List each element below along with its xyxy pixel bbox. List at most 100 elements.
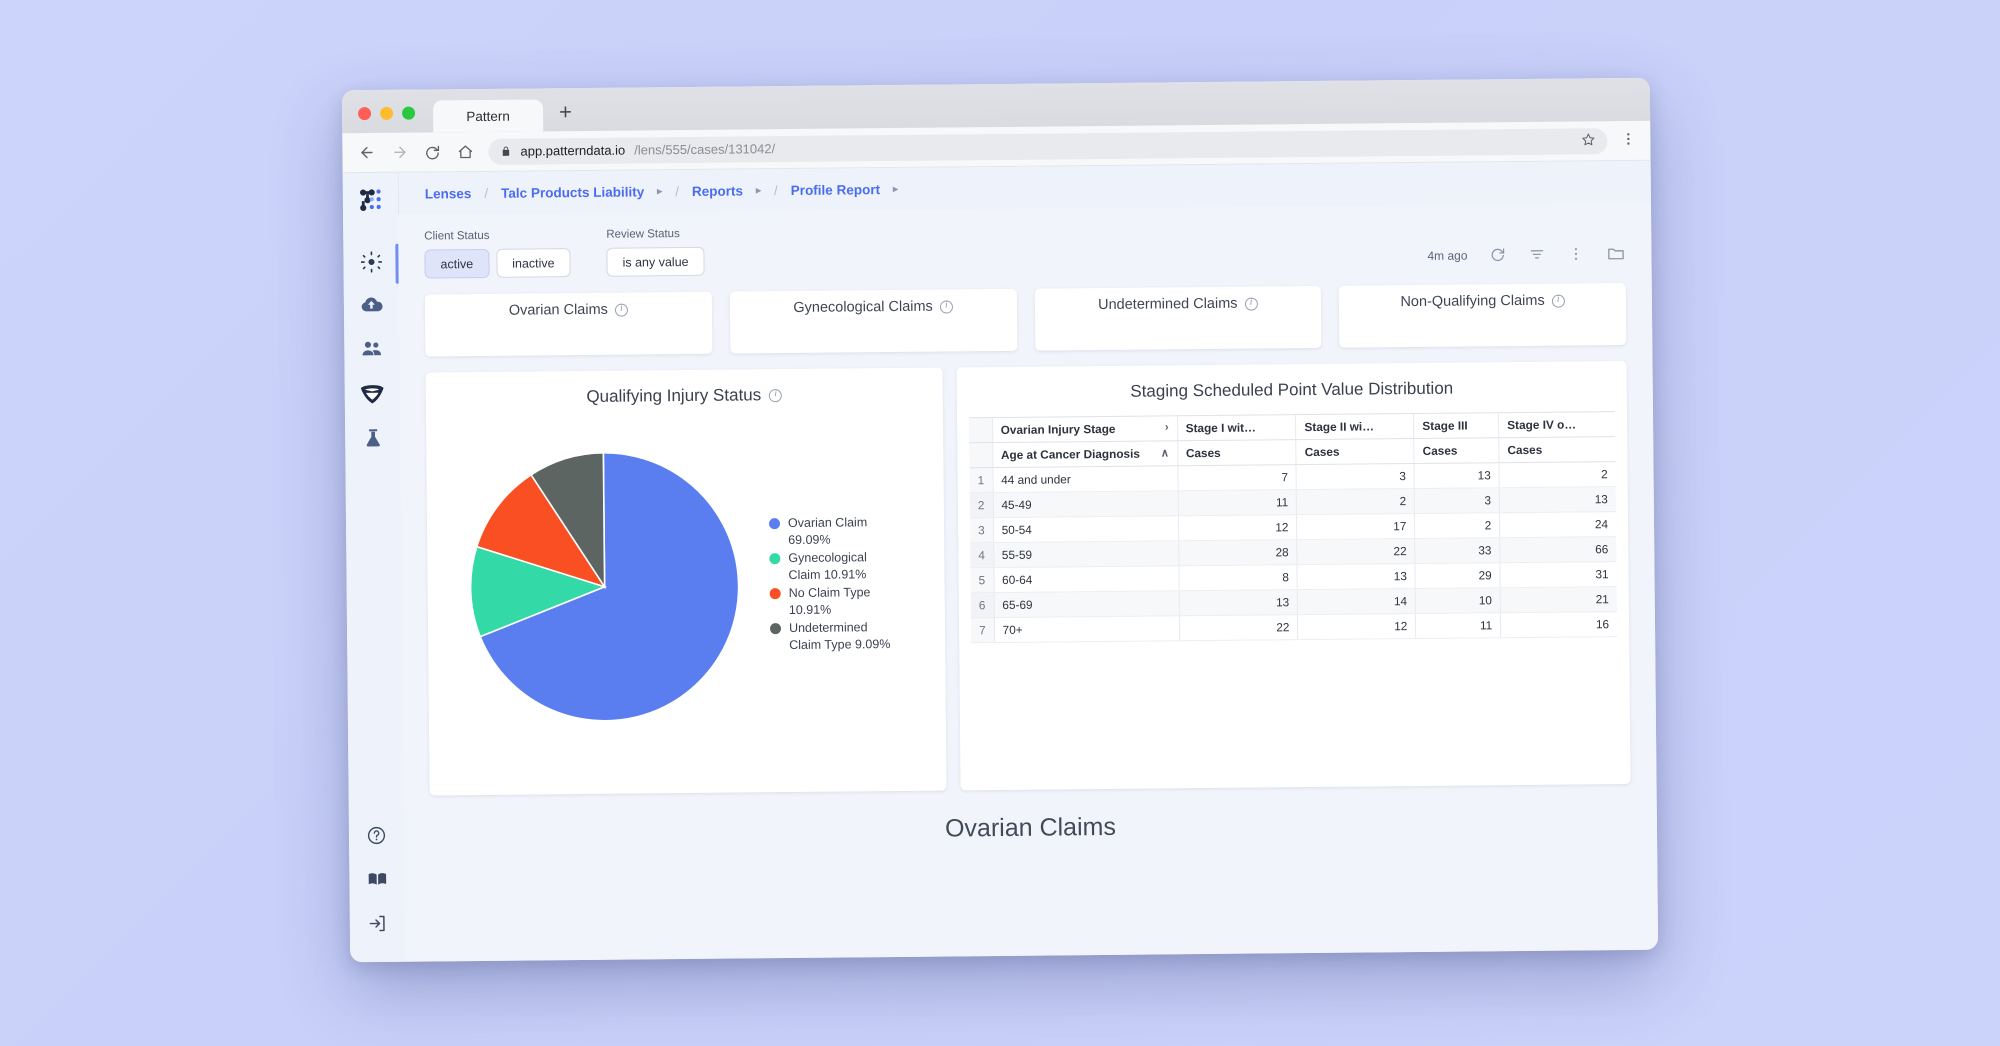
filter-option-is-any-value[interactable]: is any value <box>606 246 705 277</box>
legend-label: Undetermined Claim Type 9.09% <box>788 620 891 652</box>
legend-item[interactable]: No Claim Type 10.91% <box>769 584 894 618</box>
panel-qualifying-injury-status: Qualifying Injury Status i Ovarian Claim… <box>425 367 947 796</box>
table-cell-cases-1: 12 <box>1178 514 1298 541</box>
address-host: app.patterndata.io <box>520 142 626 159</box>
legend-item[interactable]: Undetermined Claim Type 9.09% <box>769 619 894 653</box>
people-icon <box>360 338 383 366</box>
kpi-title-label: Non-Qualifying Claims <box>1400 292 1545 311</box>
back-arrow-icon[interactable] <box>356 142 376 162</box>
kpi-card-ovarian-claims[interactable]: Ovarian Claims i <box>424 291 713 357</box>
sidebar-item-help[interactable] <box>356 816 396 860</box>
table-cell-cases-2: 13 <box>1297 563 1416 590</box>
pie-chart[interactable] <box>438 449 771 724</box>
legend-item[interactable]: Gynecological Claim 10.91% <box>769 549 893 583</box>
kpi-card-gynecological-claims[interactable]: Gynecological Claims i <box>729 288 1017 354</box>
sidebar-item-signout[interactable] <box>357 904 397 948</box>
sidebar-item-upload[interactable] <box>351 286 391 330</box>
cloud-upload-icon <box>360 294 383 322</box>
breadcrumb-caret-talc[interactable]: ▸ <box>657 186 662 197</box>
filter-option-active[interactable]: active <box>424 248 490 279</box>
info-icon[interactable]: i <box>769 388 783 402</box>
table-measure-header-3[interactable]: Cases <box>1414 437 1500 464</box>
table-row[interactable]: 7 70+ 22 12 11 16 <box>970 611 1618 643</box>
info-icon[interactable]: i <box>1244 297 1258 311</box>
table-cell-age: 44 and under <box>992 465 1178 493</box>
table-cell-age: 55-59 <box>993 540 1179 568</box>
table-column-age-at-cancer-diagnosis[interactable]: Age at Cancer Diagnosis ∧ <box>992 440 1178 468</box>
sidebar-item-lab[interactable] <box>352 418 392 462</box>
sidebar-item-clients[interactable] <box>352 330 392 374</box>
table-stage-header-2[interactable]: Stage II wi… <box>1295 413 1415 440</box>
refresh-icon[interactable] <box>1489 246 1506 263</box>
breadcrumb-caret-profile-report[interactable]: ▸ <box>893 183 898 194</box>
legend-swatch-no-claim-type <box>769 588 781 600</box>
table-measure-header-1[interactable]: Cases <box>1177 439 1297 466</box>
browser-tab[interactable]: Pattern <box>432 99 544 133</box>
table-cell-cases-1: 7 <box>1177 464 1297 491</box>
close-window-button[interactable] <box>358 107 372 121</box>
table-row-index: 2 <box>969 492 994 518</box>
breadcrumb-item-lenses[interactable]: Lenses <box>425 186 472 201</box>
last-refreshed-timestamp: 4m ago <box>1427 248 1468 263</box>
sparkle-icon <box>360 250 382 277</box>
table-group-header-ovarian-injury-stage[interactable]: Ovarian Injury Stage › <box>992 415 1178 443</box>
table-cell-age: 50-54 <box>993 515 1179 543</box>
breadcrumb-item-reports[interactable]: Reports <box>692 183 743 198</box>
table-measure-header-2[interactable]: Cases <box>1296 438 1415 465</box>
table-cell-cases-1: 8 <box>1178 564 1298 591</box>
sidebar-item-docs[interactable] <box>357 860 397 904</box>
filter-option-inactive[interactable]: inactive <box>496 248 571 278</box>
kpi-card-non-qualifying-claims[interactable]: Non-Qualifying Claims i <box>1339 282 1627 348</box>
table-cell-age: 65-69 <box>993 590 1179 618</box>
report-scroll-area[interactable]: Ovarian Claims i Gynecological Claims i … <box>399 281 1658 962</box>
legend-item[interactable]: Ovarian Claim 69.09% <box>768 514 893 548</box>
address-bar[interactable]: app.patterndata.io/lens/555/cases/131042… <box>488 127 1608 165</box>
chevron-right-icon[interactable]: › <box>1165 421 1169 433</box>
staging-data-table: Ovarian Injury Stage › Stage I wit… Stag… <box>969 411 1618 643</box>
sidebar-item-insights[interactable] <box>351 242 391 286</box>
breadcrumb-caret-reports[interactable]: ▸ <box>756 185 761 196</box>
maximize-window-button[interactable] <box>402 106 416 120</box>
panel-title-label: Staging Scheduled Point Value Distributi… <box>1130 378 1454 401</box>
table-stage-header-3[interactable]: Stage III <box>1413 412 1499 439</box>
pie-chart-wrap: Ovarian Claim 69.09% Gynecological Claim… <box>426 404 946 769</box>
star-icon[interactable] <box>1581 132 1595 149</box>
kpi-card-row: Ovarian Claims i Gynecological Claims i … <box>424 282 1627 357</box>
table-cell-cases-3: 2 <box>1414 512 1500 539</box>
new-tab-button[interactable]: + <box>559 99 572 131</box>
table-cell-cases-4: 2 <box>1499 461 1616 488</box>
info-icon[interactable]: i <box>939 299 953 314</box>
table-corner-cell <box>969 417 993 443</box>
info-icon[interactable]: i <box>1551 294 1565 308</box>
book-icon <box>366 868 388 895</box>
kebab-menu-icon[interactable] <box>1620 130 1636 150</box>
breadcrumb-item-profile-report[interactable]: Profile Report <box>791 182 880 198</box>
home-icon[interactable] <box>455 142 475 162</box>
table-measure-header-4[interactable]: Cases <box>1498 436 1616 463</box>
table-cell-cases-1: 11 <box>1177 489 1297 516</box>
table-stage-header-4[interactable]: Stage IV o… <box>1498 411 1616 438</box>
pie-chart-svg <box>469 451 740 722</box>
legend-label: No Claim Type 10.91% <box>788 585 871 617</box>
sort-ascending-icon[interactable]: ∧ <box>1161 446 1169 459</box>
folder-icon[interactable] <box>1606 244 1625 263</box>
legend-label: Ovarian Claim 69.09% <box>787 515 868 547</box>
kpi-card-undetermined-claims[interactable]: Undetermined Claims i <box>1034 285 1322 351</box>
table-group-header-label: Ovarian Injury Stage <box>1000 421 1116 437</box>
legend-swatch-undetermined-claim-type <box>769 623 782 635</box>
more-vertical-icon[interactable] <box>1567 245 1584 262</box>
table-cell-cases-1: 13 <box>1178 589 1298 616</box>
pattern-logo[interactable] <box>357 189 383 218</box>
reload-icon[interactable] <box>422 142 442 162</box>
info-icon[interactable]: i <box>614 303 628 317</box>
table-stage-header-1[interactable]: Stage I wit… <box>1177 414 1297 441</box>
left-sidebar <box>342 172 406 963</box>
kpi-title-label: Ovarian Claims <box>508 301 608 319</box>
forward-arrow-icon[interactable] <box>389 142 409 162</box>
filter-icon[interactable] <box>1528 246 1545 263</box>
minimize-window-button[interactable] <box>380 106 394 120</box>
panel-title: Qualifying Injury Status i <box>426 368 943 409</box>
breadcrumb-item-talc-products-liability[interactable]: Talc Products Liability <box>501 184 644 200</box>
table-cell-cases-3: 10 <box>1415 587 1501 614</box>
sidebar-item-lenses[interactable] <box>352 374 392 418</box>
